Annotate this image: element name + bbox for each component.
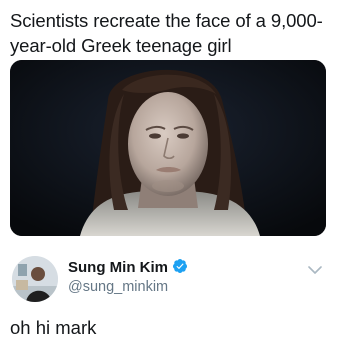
chevron-down-icon[interactable] xyxy=(308,262,322,274)
tweet-screenshot: Scientists recreate the face of a 9,000-… xyxy=(0,0,350,350)
display-name-label: Sung Min Kim xyxy=(68,259,168,276)
display-name[interactable]: Sung Min Kim xyxy=(68,258,188,278)
verified-badge-icon xyxy=(172,258,188,278)
avatar-image xyxy=(12,256,58,302)
tweet-text: oh hi mark xyxy=(10,317,97,338)
quoted-post-text: Scientists recreate the face of a 9,000-… xyxy=(10,10,323,56)
handle[interactable]: @sung_minkim xyxy=(68,279,168,295)
face-reconstruction-photo[interactable] xyxy=(10,60,326,236)
photo-graphic xyxy=(10,60,326,236)
avatar[interactable] xyxy=(12,256,58,302)
tweet-author-header: Sung Min Kim @sung_minkim xyxy=(10,252,340,302)
